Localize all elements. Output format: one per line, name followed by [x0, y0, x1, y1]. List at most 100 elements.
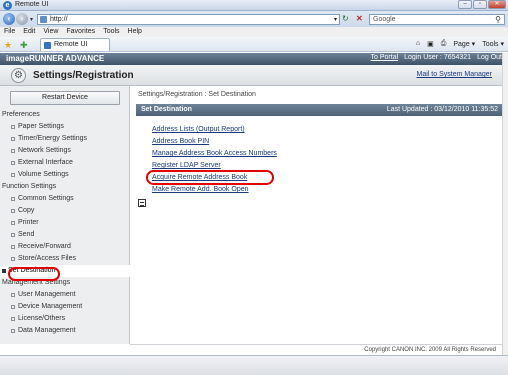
- sidebar-item[interactable]: Device Management: [0, 301, 130, 313]
- sidebar-item[interactable]: Data Management: [0, 325, 130, 337]
- sidebar-item-label: Data Management: [18, 327, 76, 334]
- scrollbar[interactable]: [502, 53, 508, 355]
- print-icon[interactable]: ⎙: [441, 40, 447, 48]
- window-title: Remote UI: [15, 1, 49, 8]
- address-bar[interactable]: http:// ▾: [37, 14, 340, 25]
- tools-menu[interactable]: Tools ▾: [482, 40, 504, 48]
- sidebar-item-label: Copy: [18, 207, 35, 214]
- sidebar-item[interactable]: Timer/Energy Settings: [0, 133, 130, 145]
- sidebar-item-label: User Management: [18, 291, 76, 298]
- bullet-icon: [11, 257, 15, 261]
- section-title: Set Destination: [141, 106, 192, 113]
- feeds-icon[interactable]: ▣: [427, 40, 434, 48]
- logout-link[interactable]: Log Out: [477, 54, 502, 61]
- sidebar-item[interactable]: Volume Settings: [0, 169, 130, 181]
- address-url[interactable]: http://: [50, 16, 68, 23]
- rui-header-right: To Portal Login User : 7654321 Log Out: [371, 54, 502, 61]
- tab-remote-ui[interactable]: Remote UI: [40, 38, 110, 51]
- bullet-icon: [11, 125, 15, 129]
- highlight-circle-acquire: [146, 170, 274, 185]
- bullet-icon: [11, 245, 15, 249]
- sidebar-item[interactable]: Network Settings: [0, 145, 130, 157]
- sidebar-item-label: Common Settings: [18, 195, 74, 202]
- sidebar-item-label: Paper Settings: [18, 123, 64, 130]
- sidebar-section-heading: Function Settings: [2, 183, 57, 190]
- menu-file[interactable]: File: [4, 27, 15, 37]
- bullet-icon: [11, 233, 15, 237]
- favorites-star-icon[interactable]: ★: [4, 40, 12, 51]
- sidebar-item-label: Device Management: [18, 303, 83, 310]
- sidebar-item-label: Receive/Forward: [18, 243, 71, 250]
- settings-header: ⚙ Settings/Registration Mail to System M…: [0, 65, 508, 86]
- tab-label: Remote UI: [54, 41, 88, 48]
- sidebar-item[interactable]: Receive/Forward: [0, 241, 130, 253]
- sidebar-item[interactable]: Paper Settings: [0, 121, 130, 133]
- bullet-icon: [2, 269, 6, 273]
- history-dropdown-icon[interactable]: ▾: [30, 16, 33, 23]
- to-portal-link[interactable]: To Portal: [371, 54, 399, 61]
- sidebar: Restart Device Preferences Paper Settings…: [0, 86, 130, 344]
- bullet-icon: [11, 317, 15, 321]
- sidebar-item[interactable]: User Management: [0, 289, 130, 301]
- bullet-icon: [11, 137, 15, 141]
- sidebar-item[interactable]: Store/Access Files: [0, 253, 130, 265]
- sidebar-list: Preferences Paper Settings Timer/Energy Se…: [0, 109, 130, 337]
- bullet-icon: [11, 209, 15, 213]
- sidebar-item[interactable]: Printer: [0, 217, 130, 229]
- sidebar-item[interactable]: Send: [0, 229, 130, 241]
- bullet-icon: [11, 173, 15, 177]
- sidebar-item-label: Store/Access Files: [18, 255, 76, 262]
- menu-edit[interactable]: Edit: [23, 27, 35, 37]
- address-row: ‹ › ▾ http:// ▾ ↻ ✕ Google ⚲: [0, 11, 508, 27]
- menu-favorites[interactable]: Favorites: [66, 27, 95, 37]
- tab-favicon: [44, 42, 51, 49]
- close-button[interactable]: ✕: [488, 0, 506, 9]
- refresh-icon[interactable]: ↻: [342, 14, 349, 23]
- rui-header: imageRUNNER ADVANCE To Portal Login User…: [0, 53, 508, 65]
- link-manage-access-numbers[interactable]: Manage Address Book Access Numbers: [152, 148, 277, 160]
- home-icon[interactable]: ⌂: [416, 40, 420, 48]
- sidebar-item[interactable]: Copy: [0, 205, 130, 217]
- sidebar-item[interactable]: Common Settings: [0, 193, 130, 205]
- copyright-footer: Copyright CANON INC. 2009 All Rights Res…: [130, 344, 508, 354]
- sidebar-item[interactable]: License/Others: [0, 313, 130, 325]
- menu-help[interactable]: Help: [128, 27, 142, 37]
- stop-icon[interactable]: ✕: [356, 14, 363, 23]
- menu-view[interactable]: View: [43, 27, 58, 37]
- page-menu[interactable]: Page ▾: [453, 40, 475, 48]
- mail-system-manager-link[interactable]: Mail to System Manager: [417, 71, 492, 78]
- restart-device-button[interactable]: Restart Device: [10, 91, 120, 105]
- tab-bar: ★ ✚ Remote UI ⌂ ▣ ⎙ Page ▾ Tools ▾: [0, 37, 508, 52]
- forward-arrow-icon[interactable]: ›: [16, 13, 28, 25]
- maximize-button[interactable]: ▫: [473, 0, 487, 9]
- bullet-icon: [11, 329, 15, 333]
- link-address-book-pin[interactable]: Address Book PIN: [152, 136, 277, 148]
- bullet-icon: [11, 221, 15, 225]
- menu-tools[interactable]: Tools: [103, 27, 119, 37]
- address-dropdown-icon[interactable]: ▾: [334, 16, 337, 23]
- sidebar-item-label: Timer/Energy Settings: [18, 135, 87, 142]
- bullet-icon: [11, 149, 15, 153]
- gear-icon: ⚙: [11, 68, 26, 83]
- sidebar-item-label: License/Others: [18, 315, 66, 322]
- bullet-icon: [11, 293, 15, 297]
- destination-links: Address Lists (Output Report) Address Bo…: [152, 124, 277, 196]
- link-make-remote-book-open[interactable]: Make Remote Add. Book Open: [152, 184, 277, 196]
- search-input[interactable]: Google: [373, 16, 396, 23]
- main-content: Settings/Registration : Set Destination …: [130, 86, 508, 344]
- minimize-button[interactable]: –: [458, 0, 472, 9]
- status-bar: [0, 355, 508, 375]
- back-arrow-icon[interactable]: ‹: [3, 13, 15, 25]
- sidebar-item-label: Send: [18, 231, 35, 238]
- search-icon[interactable]: ⚲: [495, 15, 501, 24]
- command-bar: ⌂ ▣ ⎙ Page ▾ Tools ▾: [416, 40, 504, 48]
- search-box[interactable]: Google ⚲: [369, 14, 505, 25]
- sidebar-item-label: Network Settings: [18, 147, 71, 154]
- highlight-circle-set-destination: [8, 267, 60, 281]
- page-title: Settings/Registration: [33, 70, 134, 81]
- sidebar-item-label: External Interface: [18, 159, 73, 166]
- sidebar-item[interactable]: External Interface: [0, 157, 130, 169]
- document-icon[interactable]: [138, 199, 146, 207]
- link-address-lists[interactable]: Address Lists (Output Report): [152, 124, 277, 136]
- add-favorites-icon[interactable]: ✚: [20, 40, 28, 51]
